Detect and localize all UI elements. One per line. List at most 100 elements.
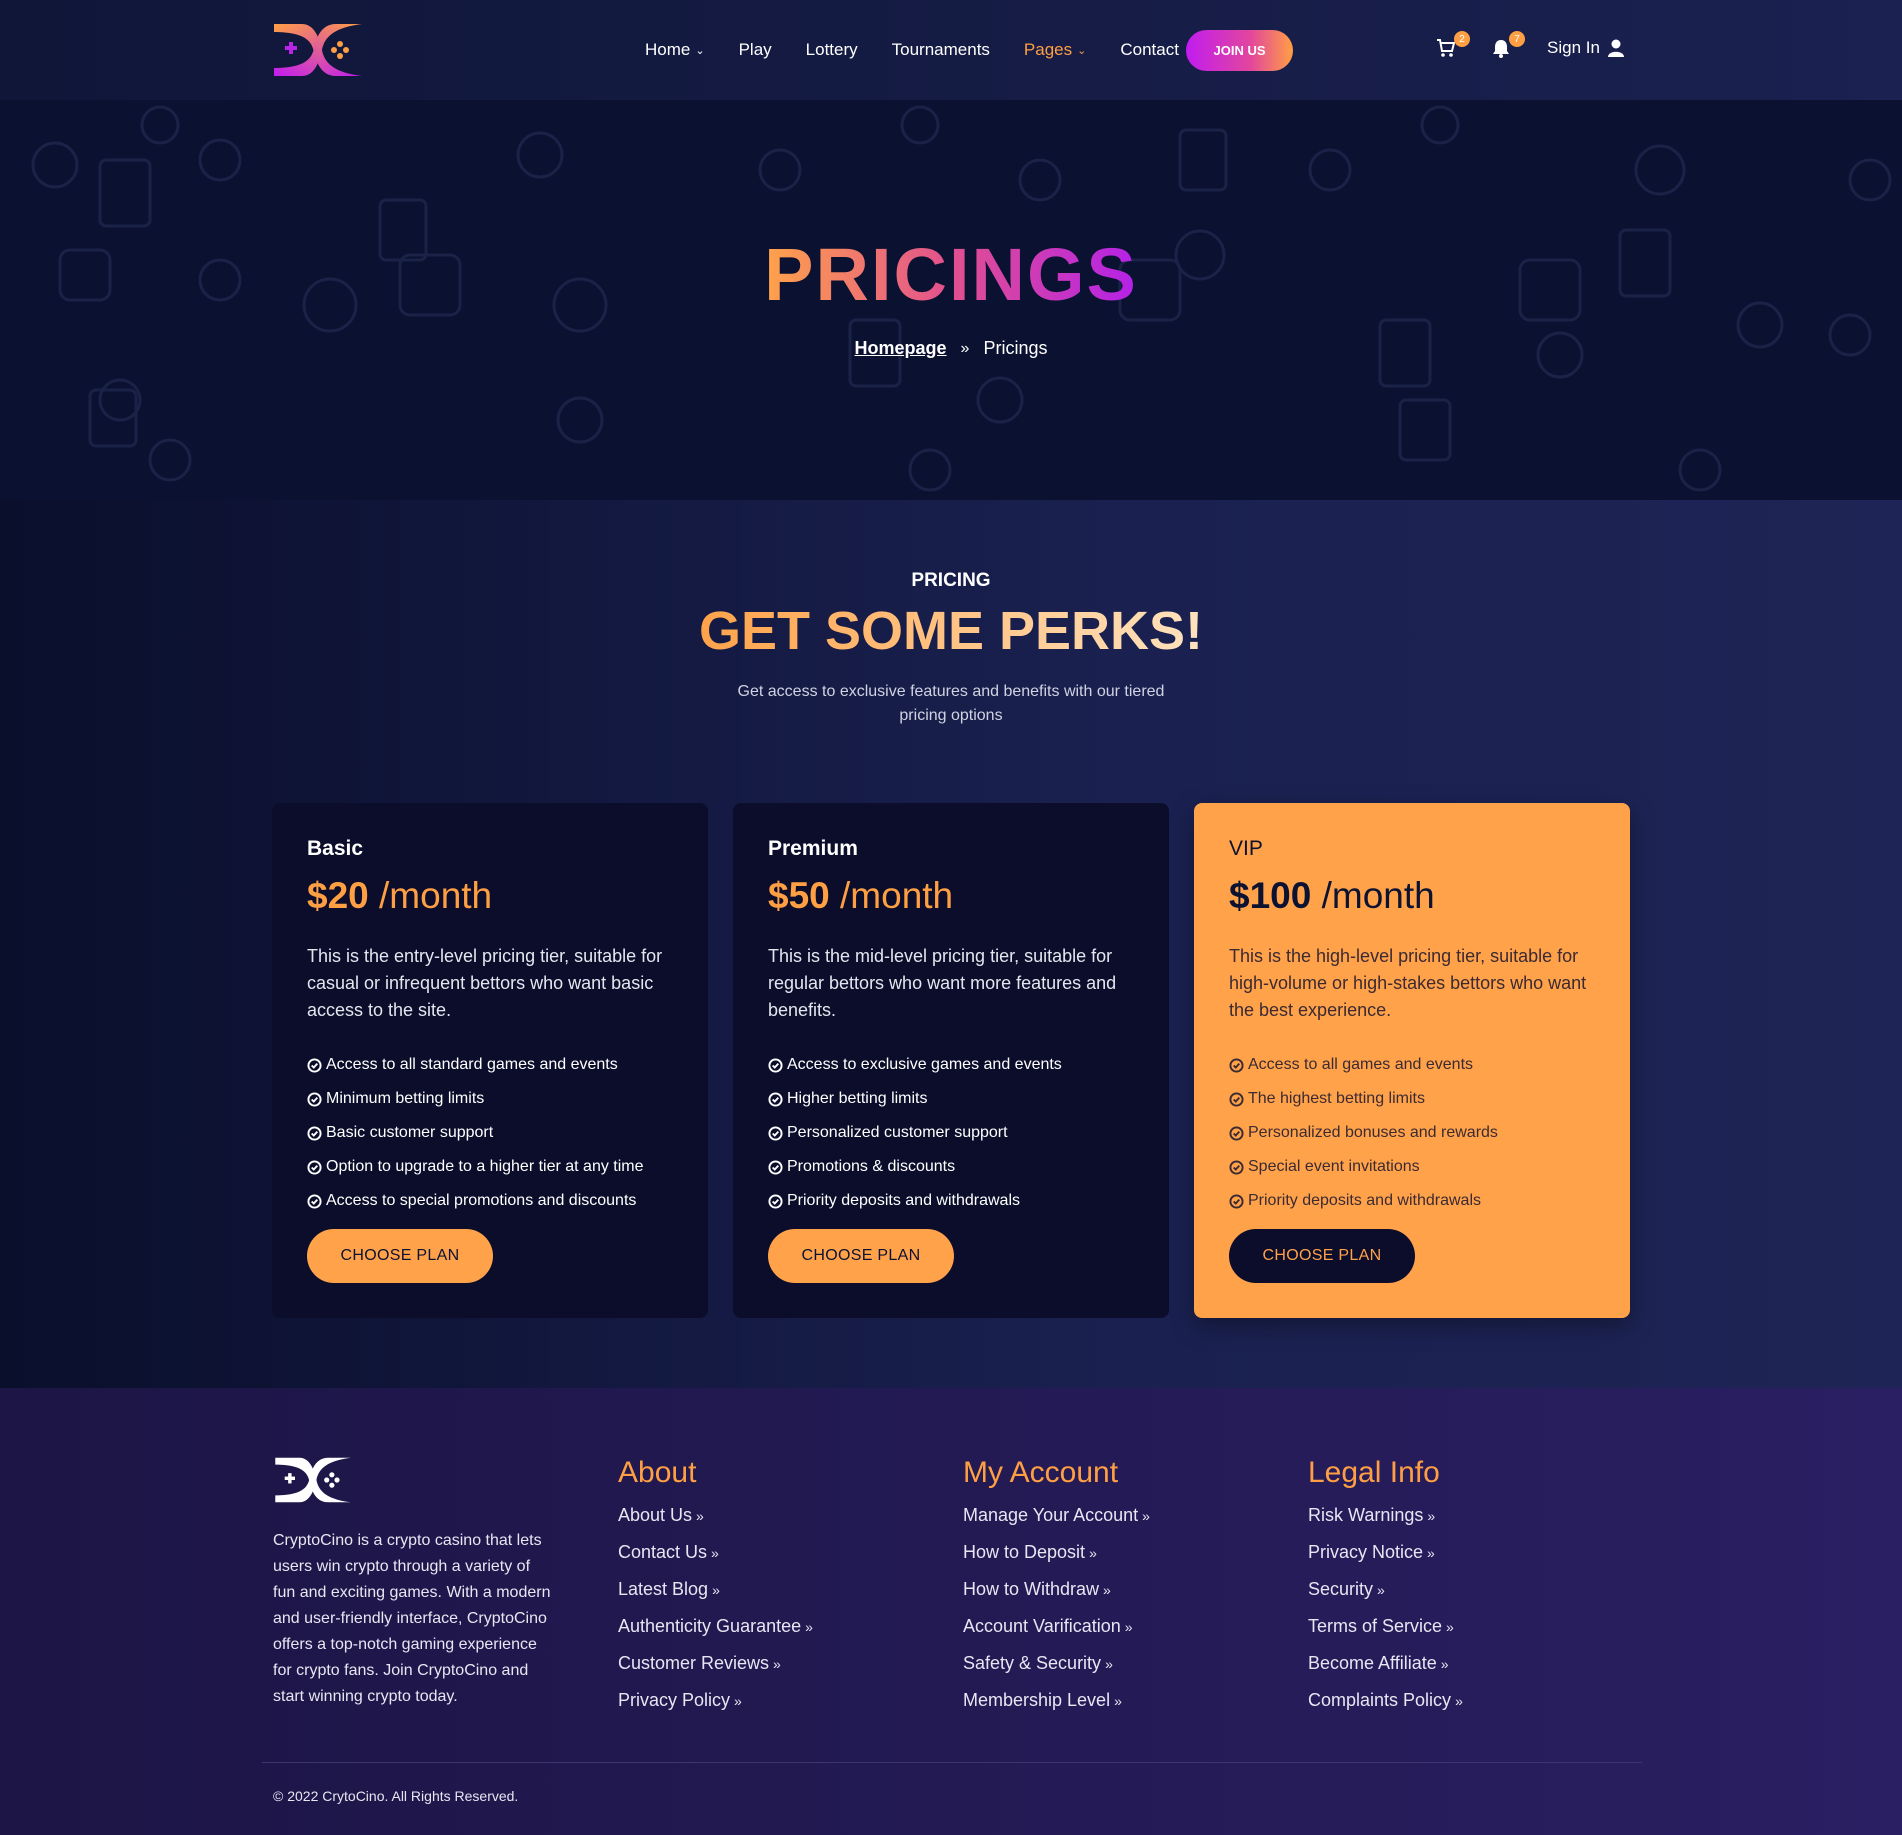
- footer-link[interactable]: Safety & Security»: [963, 1650, 1150, 1687]
- footer-link[interactable]: Account Varification»: [963, 1613, 1150, 1650]
- footer-link[interactable]: Authenticity Guarantee»: [618, 1613, 813, 1650]
- copyright-text: © 2022 CrytoCino. All Rights Reserved.: [273, 1788, 519, 1804]
- plan-price: $50 /month: [768, 875, 1134, 917]
- footer-link[interactable]: Customer Reviews»: [618, 1650, 813, 1687]
- plan-description: This is the entry-level pricing tier, su…: [307, 946, 663, 1020]
- site-footer: CryptoCino is a crypto casino that lets …: [0, 1388, 1902, 1835]
- nav-pages[interactable]: Pages ⌄: [1024, 40, 1086, 60]
- cart-button[interactable]: 2: [1436, 31, 1470, 60]
- footer-link[interactable]: Terms of Service»: [1308, 1613, 1463, 1650]
- footer-link-label: Account Varification: [963, 1616, 1121, 1636]
- check-circle-icon: [768, 1057, 783, 1073]
- double-chevron-right-icon: »: [773, 1656, 781, 1672]
- double-chevron-right-icon: »: [734, 1693, 742, 1709]
- feature-text: Promotions & discounts: [787, 1158, 956, 1175]
- cart-count-badge: 2: [1454, 31, 1470, 47]
- double-chevron-right-icon: »: [1124, 1619, 1133, 1635]
- footer-column-title: Legal Info: [1308, 1456, 1440, 1489]
- double-chevron-right-icon: »: [1114, 1693, 1122, 1709]
- footer-column-my-account: My Account Manage Your Account» How to D…: [963, 1456, 1150, 1724]
- double-chevron-right-icon: »: [696, 1508, 704, 1524]
- double-chevron-right-icon: »: [1446, 1619, 1454, 1635]
- footer-link-label: Complaints Policy: [1308, 1690, 1452, 1710]
- footer-link-label: Safety & Security: [963, 1653, 1102, 1673]
- breadcrumb-home-link[interactable]: Homepage: [855, 338, 947, 359]
- double-chevron-right-icon: »: [712, 1582, 720, 1598]
- nav-contact[interactable]: Contact: [1120, 40, 1179, 60]
- footer-link[interactable]: Privacy Policy»: [618, 1687, 813, 1724]
- double-chevron-right-icon: »: [1427, 1508, 1436, 1524]
- notifications-button[interactable]: 7: [1491, 31, 1525, 60]
- nav-play[interactable]: Play: [739, 40, 772, 60]
- feature-item: Special event invitations: [1229, 1150, 1595, 1184]
- feature-text: Priority deposits and withdrawals: [787, 1192, 1020, 1209]
- check-circle-icon: [307, 1057, 322, 1073]
- feature-text: Minimum betting limits: [326, 1090, 485, 1107]
- footer-link[interactable]: Contact Us»: [618, 1539, 813, 1576]
- site-header: Home ⌄ Play Lottery Tournaments Pages ⌄ …: [0, 0, 1902, 100]
- plan-features: Access to all standard games and events …: [307, 1048, 673, 1218]
- footer-link-label: How to Deposit: [963, 1542, 1086, 1562]
- join-us-button[interactable]: JOIN US: [1186, 30, 1293, 71]
- double-chevron-right-icon: »: [1089, 1545, 1097, 1561]
- notification-count-badge: 7: [1509, 31, 1525, 47]
- footer-link[interactable]: Become Affiliate»: [1308, 1650, 1463, 1687]
- section-title: GET SOME PERKS!: [0, 600, 1902, 662]
- check-circle-icon: [768, 1125, 783, 1141]
- check-circle-icon: [768, 1159, 783, 1175]
- footer-link[interactable]: Privacy Notice»: [1308, 1539, 1463, 1576]
- nav-tournaments[interactable]: Tournaments: [892, 40, 990, 60]
- nav-lottery[interactable]: Lottery: [806, 40, 858, 60]
- chevron-down-icon: ⌄: [695, 44, 705, 57]
- plan-price: $100 /month: [1229, 875, 1595, 917]
- footer-logo-icon[interactable]: [272, 1456, 354, 1504]
- feature-text: Personalized bonuses and rewards: [1248, 1124, 1498, 1141]
- footer-link[interactable]: Security»: [1308, 1576, 1463, 1613]
- plan-name: Premium: [768, 837, 858, 860]
- feature-item: Option to upgrade to a higher tier at an…: [307, 1150, 673, 1184]
- footer-link[interactable]: Membership Level»: [963, 1687, 1150, 1724]
- footer-link-label: Security: [1308, 1579, 1374, 1599]
- check-circle-icon: [768, 1193, 783, 1209]
- feature-item: Personalized bonuses and rewards: [1229, 1116, 1595, 1150]
- footer-link-label: Manage Your Account: [963, 1505, 1139, 1525]
- footer-link-label: Privacy Notice: [1308, 1542, 1424, 1562]
- footer-link[interactable]: Latest Blog»: [618, 1576, 813, 1613]
- footer-link-label: Customer Reviews: [618, 1653, 770, 1673]
- pricing-section: PRICING GET SOME PERKS! Get access to ex…: [0, 500, 1902, 1388]
- choose-plan-button[interactable]: CHOOSE PLAN: [1229, 1229, 1415, 1283]
- footer-link[interactable]: How to Withdraw»: [963, 1576, 1150, 1613]
- check-circle-icon: [1229, 1193, 1244, 1209]
- nav-play-label: Play: [738, 40, 772, 59]
- feature-text: Access to all standard games and events: [326, 1056, 618, 1073]
- logo-icon[interactable]: [272, 22, 364, 78]
- footer-link-label: Privacy Policy: [618, 1690, 731, 1710]
- double-chevron-right-icon: »: [1142, 1508, 1150, 1524]
- chevron-down-icon: ⌄: [1077, 44, 1087, 57]
- footer-link[interactable]: Manage Your Account»: [963, 1502, 1150, 1539]
- nav-contact-label: Contact: [1120, 40, 1179, 59]
- feature-item: Higher betting limits: [768, 1082, 1134, 1116]
- footer-link[interactable]: Risk Warnings»: [1308, 1502, 1463, 1539]
- section-eyebrow: PRICING: [911, 570, 991, 591]
- plan-period: /month: [840, 875, 954, 916]
- check-circle-icon: [1229, 1125, 1244, 1141]
- choose-plan-button[interactable]: CHOOSE PLAN: [307, 1229, 493, 1283]
- feature-item: Access to all standard games and events: [307, 1048, 673, 1082]
- footer-about-text: CryptoCino is a crypto casino that lets …: [273, 1532, 551, 1705]
- page-title: PRICINGS: [0, 232, 1902, 317]
- sign-in-link[interactable]: Sign In: [1547, 38, 1624, 58]
- footer-link[interactable]: How to Deposit»: [963, 1539, 1150, 1576]
- plan-amount: $50: [768, 875, 830, 916]
- cart-icon: [1437, 39, 1456, 57]
- nav-home[interactable]: Home ⌄: [645, 40, 705, 60]
- footer-link-label: Become Affiliate: [1308, 1653, 1437, 1673]
- footer-link[interactable]: Complaints Policy»: [1308, 1687, 1463, 1724]
- nav-lottery-label: Lottery: [805, 40, 858, 59]
- choose-plan-button[interactable]: CHOOSE PLAN: [768, 1229, 954, 1283]
- check-circle-icon: [1229, 1159, 1244, 1175]
- feature-item: Priority deposits and withdrawals: [1229, 1184, 1595, 1218]
- plan-card-vip: VIP $100 /month This is the high-level p…: [1194, 803, 1630, 1318]
- footer-link[interactable]: About Us»: [618, 1502, 813, 1539]
- plan-description: This is the high-level pricing tier, sui…: [1229, 946, 1587, 1020]
